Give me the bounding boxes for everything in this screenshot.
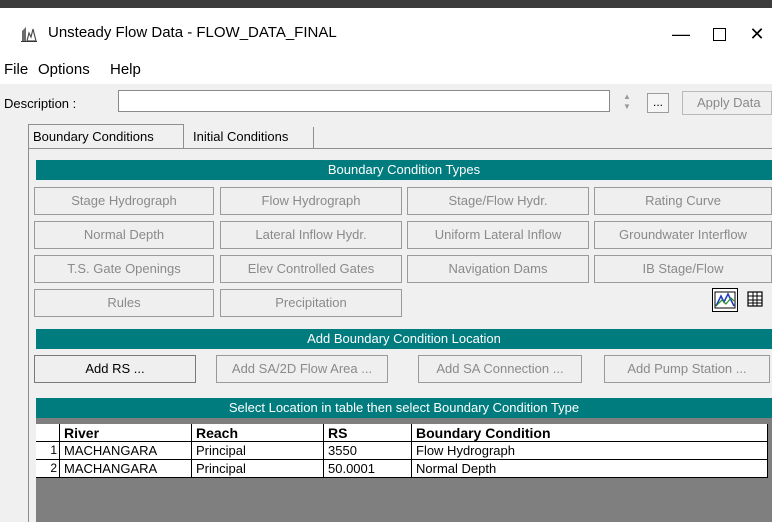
table-corner xyxy=(36,424,60,442)
bc-types-header: Boundary Condition Types xyxy=(36,160,772,180)
flow-hydrograph-button[interactable]: Flow Hydrograph xyxy=(220,187,402,215)
hydrograph-plot-icon xyxy=(714,291,736,309)
ib-stage-flow-button[interactable]: IB Stage/Flow xyxy=(594,255,772,283)
add-sa-2d-flow-area-button[interactable]: Add SA/2D Flow Area ... xyxy=(216,355,388,383)
spin-up-icon: ▲ xyxy=(623,92,631,101)
close-button[interactable]: ✕ xyxy=(734,18,772,50)
lateral-inflow-hydr-button[interactable]: Lateral Inflow Hydr. xyxy=(220,221,402,249)
menu-file[interactable]: File xyxy=(4,61,28,78)
add-pump-station-button[interactable]: Add Pump Station ... xyxy=(604,355,770,383)
tab-initial-conditions[interactable]: Initial Conditions xyxy=(189,127,314,149)
spin-down-icon: ▼ xyxy=(623,102,631,111)
cell-rs[interactable]: 3550 xyxy=(324,442,412,460)
row-number[interactable]: 1 xyxy=(36,442,60,460)
description-label: Description : xyxy=(4,96,77,111)
groundwater-interflow-button[interactable]: Groundwater Interflow xyxy=(594,221,772,249)
column-header-rs[interactable]: RS xyxy=(324,424,412,442)
rating-curve-button[interactable]: Rating Curve xyxy=(594,187,772,215)
description-more-button[interactable]: ... xyxy=(647,93,669,113)
elev-controlled-gates-button[interactable]: Elev Controlled Gates xyxy=(220,255,402,283)
cell-river[interactable]: MACHANGARA xyxy=(60,460,192,478)
column-header-river[interactable]: River xyxy=(60,424,192,442)
stage-flow-hydr-button[interactable]: Stage/Flow Hydr. xyxy=(407,187,589,215)
app-icon xyxy=(20,25,38,43)
cell-reach[interactable]: Principal xyxy=(192,460,324,478)
row-number[interactable]: 2 xyxy=(36,460,60,478)
table-grid-icon xyxy=(747,291,763,307)
stage-hydrograph-button[interactable]: Stage Hydrograph xyxy=(34,187,214,215)
add-location-header: Add Boundary Condition Location xyxy=(36,329,772,349)
table-button[interactable] xyxy=(744,288,768,312)
rules-button[interactable]: Rules xyxy=(34,289,214,317)
window-title: Unsteady Flow Data - FLOW_DATA_FINAL xyxy=(48,24,337,41)
tab-boundary-conditions[interactable]: Boundary Conditions xyxy=(28,124,184,149)
navigation-dams-button[interactable]: Navigation Dams xyxy=(407,255,589,283)
description-spinner[interactable]: ▲ ▼ xyxy=(620,92,634,112)
column-header-reach[interactable]: Reach xyxy=(192,424,324,442)
cell-boundary-condition[interactable]: Flow Hydrograph xyxy=(412,442,768,460)
column-header-boundary-condition[interactable]: Boundary Condition xyxy=(412,424,768,442)
cell-rs[interactable]: 50.0001 xyxy=(324,460,412,478)
description-input[interactable] xyxy=(118,90,610,112)
add-sa-connection-button[interactable]: Add SA Connection ... xyxy=(418,355,582,383)
normal-depth-button[interactable]: Normal Depth xyxy=(34,221,214,249)
menu-options[interactable]: Options xyxy=(38,61,90,78)
cell-boundary-condition[interactable]: Normal Depth xyxy=(412,460,768,478)
table-header: Select Location in table then select Bou… xyxy=(36,398,772,418)
precipitation-button[interactable]: Precipitation xyxy=(220,289,402,317)
ts-gate-openings-button[interactable]: T.S. Gate Openings xyxy=(34,255,214,283)
uniform-lateral-inflow-button[interactable]: Uniform Lateral Inflow xyxy=(407,221,589,249)
maximize-icon xyxy=(712,27,726,41)
cell-reach[interactable]: Principal xyxy=(192,442,324,460)
plot-button[interactable] xyxy=(712,288,738,312)
cell-river[interactable]: MACHANGARA xyxy=(60,442,192,460)
background-strip xyxy=(0,0,772,8)
apply-data-button[interactable]: Apply Data xyxy=(682,91,772,115)
menu-help[interactable]: Help xyxy=(110,61,141,78)
add-rs-button[interactable]: Add RS ... xyxy=(34,355,196,383)
